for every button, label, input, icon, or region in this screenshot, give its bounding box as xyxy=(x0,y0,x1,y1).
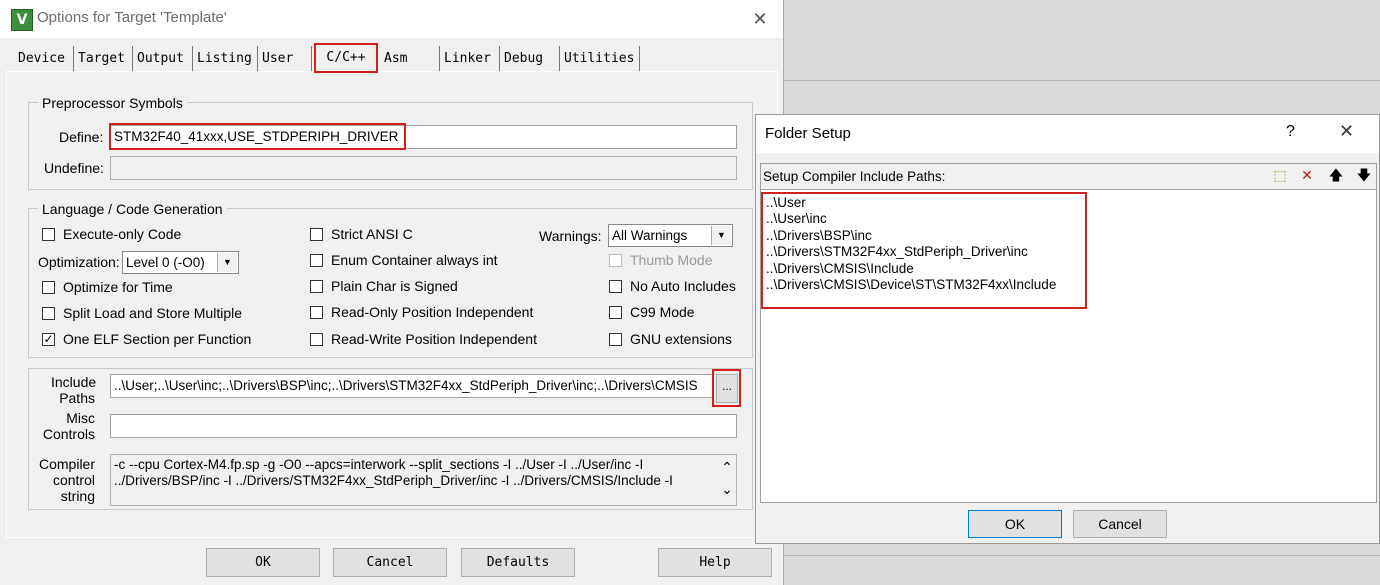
optimize-time-label: Optimize for Time xyxy=(63,279,173,295)
defaults-button[interactable]: Defaults xyxy=(461,548,575,577)
compiler-control-box[interactable]: -c --cpu Cortex-M4.fp.sp -g -O0 --apcs=i… xyxy=(110,454,737,506)
define-highlight xyxy=(109,123,406,150)
thumb-mode-checkbox[interactable] xyxy=(609,254,622,267)
move-up-icon[interactable]: 🡅 xyxy=(1326,167,1346,186)
include-paths-input[interactable]: ..\User;..\User\inc;..\Drivers\BSP\inc;.… xyxy=(110,374,714,398)
new-folder-icon[interactable]: ⬚ xyxy=(1270,167,1290,186)
browse-highlight xyxy=(712,369,741,407)
no-auto-includes-label: No Auto Includes xyxy=(630,278,736,294)
preprocessor-legend: Preprocessor Symbols xyxy=(38,95,187,111)
warnings-value: All Warnings xyxy=(612,228,688,243)
help-icon[interactable]: ? xyxy=(1286,123,1295,141)
close-icon[interactable]: ✕ xyxy=(745,4,775,34)
scroll-down-icon[interactable]: ⌄ xyxy=(718,479,736,503)
tab-linker[interactable]: Linker xyxy=(440,46,500,71)
no-auto-includes-checkbox[interactable] xyxy=(609,280,622,293)
tab-user[interactable]: User xyxy=(258,46,312,71)
plain-char-checkbox[interactable] xyxy=(310,280,323,293)
control-label: control xyxy=(52,472,95,488)
close-icon[interactable]: ✕ xyxy=(1339,121,1354,142)
background-divider xyxy=(783,80,1380,81)
undefine-input[interactable] xyxy=(110,156,737,180)
one-elf-checkbox[interactable]: ✓ xyxy=(42,333,55,346)
gnu-ext-checkbox[interactable] xyxy=(609,333,622,346)
folder-cancel-button[interactable]: Cancel xyxy=(1073,510,1167,538)
tab-debug[interactable]: Debug xyxy=(500,46,560,71)
optimization-value: Level 0 (-O0) xyxy=(126,255,205,270)
title-bar: V Options for Target 'Template' ✕ xyxy=(0,0,783,38)
tab-asm[interactable]: Asm xyxy=(380,46,440,71)
string-label: string xyxy=(60,488,95,504)
paths-label: Paths xyxy=(59,390,95,406)
warnings-select[interactable]: All Warnings ▼ xyxy=(608,224,733,247)
misc-controls-input[interactable] xyxy=(110,414,737,438)
dropdown-arrow-icon[interactable]: ▼ xyxy=(217,253,237,272)
include-paths-header: Setup Compiler Include Paths: ⬚ ✕ 🡅 🡇 xyxy=(761,164,1376,190)
undefine-label: Undefine: xyxy=(44,160,104,176)
define-label: Define: xyxy=(59,129,104,145)
delete-icon[interactable]: ✕ xyxy=(1297,167,1317,186)
include-paths-header-label: Setup Compiler Include Paths: xyxy=(763,169,946,184)
thumb-mode-label: Thumb Mode xyxy=(630,252,713,268)
optimization-label: Optimization: xyxy=(38,254,120,270)
tab-target[interactable]: Target xyxy=(74,46,133,71)
tab-listing[interactable]: Listing xyxy=(193,46,258,71)
scroll-up-icon[interactable]: ⌃ xyxy=(718,455,736,479)
plain-char-label: Plain Char is Signed xyxy=(331,278,458,294)
options-for-target-window: V Options for Target 'Template' ✕ Device… xyxy=(0,0,784,585)
folder-setup-title-bar: Folder Setup ? ✕ xyxy=(756,115,1379,153)
ok-button[interactable]: OK xyxy=(206,548,320,577)
one-elf-label: One ELF Section per Function xyxy=(63,331,252,347)
split-load-label: Split Load and Store Multiple xyxy=(63,305,242,321)
execute-only-label: Execute-only Code xyxy=(63,226,182,242)
rwpi-label: Read-Write Position Independent xyxy=(331,331,537,347)
ropi-label: Read-Only Position Independent xyxy=(331,304,534,320)
controls-label: Controls xyxy=(42,426,95,442)
background-divider xyxy=(783,555,1380,556)
gnu-ext-label: GNU extensions xyxy=(630,331,732,347)
tab-utilities[interactable]: Utilities xyxy=(560,46,640,71)
tab-device[interactable]: Device xyxy=(14,46,74,71)
folder-setup-title: Folder Setup xyxy=(765,125,851,142)
tab-c-cpp[interactable]: C/C++ xyxy=(314,43,378,73)
window-title: Options for Target 'Template' xyxy=(37,9,227,26)
enum-container-label: Enum Container always int xyxy=(331,252,498,268)
misc-label: Misc xyxy=(66,410,95,426)
strict-ansi-label: Strict ANSI C xyxy=(331,226,413,242)
split-load-checkbox[interactable] xyxy=(42,307,55,320)
compiler-label: Compiler xyxy=(38,456,95,472)
tab-output[interactable]: Output xyxy=(133,46,193,71)
folder-setup-dialog: Folder Setup ? ✕ Setup Compiler Include … xyxy=(755,114,1380,544)
folder-ok-button[interactable]: OK xyxy=(968,510,1062,538)
c99-mode-label: C99 Mode xyxy=(630,304,695,320)
move-down-icon[interactable]: 🡇 xyxy=(1354,167,1374,186)
c99-mode-checkbox[interactable] xyxy=(609,306,622,319)
enum-container-checkbox[interactable] xyxy=(310,254,323,267)
optimization-select[interactable]: Level 0 (-O0) ▼ xyxy=(122,251,239,274)
cancel-button[interactable]: Cancel xyxy=(333,548,447,577)
keil-logo-icon: V xyxy=(11,9,33,31)
compiler-control-line2: ../Drivers/BSP/inc -I ../Drivers/STM32F4… xyxy=(114,473,673,488)
include-label: Include xyxy=(51,374,97,390)
help-button[interactable]: Help xyxy=(658,548,772,577)
compiler-control-line1: -c --cpu Cortex-M4.fp.sp -g -O0 --apcs=i… xyxy=(114,457,644,472)
dropdown-arrow-icon[interactable]: ▼ xyxy=(711,226,731,245)
warnings-label: Warnings: xyxy=(539,228,602,244)
optimize-time-checkbox[interactable] xyxy=(42,281,55,294)
language-legend: Language / Code Generation xyxy=(38,201,227,217)
strict-ansi-checkbox[interactable] xyxy=(310,228,323,241)
include-paths-pane: Setup Compiler Include Paths: ⬚ ✕ 🡅 🡇 ..… xyxy=(760,163,1377,503)
path-list-highlight xyxy=(761,192,1087,309)
rwpi-checkbox[interactable] xyxy=(310,333,323,346)
execute-only-checkbox[interactable] xyxy=(42,228,55,241)
ropi-checkbox[interactable] xyxy=(310,306,323,319)
